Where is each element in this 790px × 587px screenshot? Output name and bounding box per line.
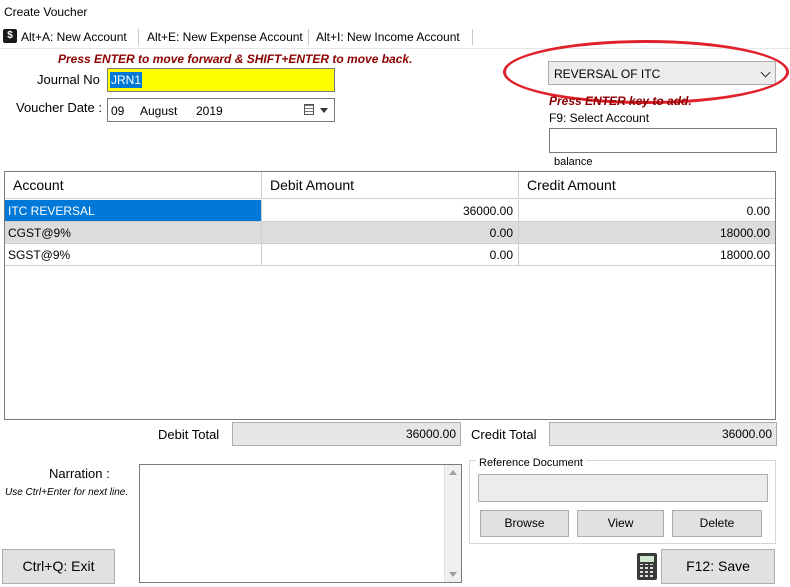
calendar-icon[interactable]	[304, 104, 314, 115]
column-header-credit[interactable]: Credit Amount	[519, 172, 775, 199]
cell-account[interactable]: CGST@9%	[5, 222, 262, 244]
navigation-hint: Press ENTER to move forward & SHIFT+ENTE…	[58, 52, 413, 66]
toolbar-separator	[138, 29, 139, 45]
window-title: Create Voucher	[4, 5, 88, 19]
cell-credit[interactable]: 18000.00	[519, 244, 775, 266]
journal-no-label: Journal No	[37, 72, 100, 87]
new-account-button[interactable]: Alt+A: New Account	[21, 28, 127, 46]
new-expense-account-button[interactable]: Alt+E: New Expense Account	[147, 28, 303, 46]
cell-debit[interactable]: 0.00	[262, 244, 519, 266]
reference-document-title: Reference Document	[476, 457, 586, 469]
debit-total-value: 36000.00	[232, 422, 461, 446]
column-header-debit[interactable]: Debit Amount	[262, 172, 519, 199]
balance-label: balance	[554, 156, 593, 168]
narration-scrollbar[interactable]	[444, 465, 461, 582]
calculator-keys	[640, 564, 654, 577]
date-month[interactable]: August	[140, 104, 177, 118]
voucher-date-label: Voucher Date :	[16, 100, 102, 115]
cell-credit[interactable]: 0.00	[519, 200, 775, 222]
narration-textarea[interactable]	[139, 464, 462, 583]
calculator-icon[interactable]	[637, 553, 657, 580]
narration-label: Narration :	[49, 466, 110, 481]
toolbar: $ Alt+A: New Account Alt+E: New Expense …	[0, 26, 790, 49]
voucher-type-select[interactable]: REVERSAL OF ITC	[548, 61, 776, 85]
date-day[interactable]: 09	[111, 104, 124, 118]
voucher-type-value: REVERSAL OF ITC	[554, 67, 661, 81]
credit-total-value: 36000.00	[549, 422, 777, 446]
new-income-account-button[interactable]: Alt+I: New Income Account	[316, 28, 460, 46]
credit-total-label: Credit Total	[471, 427, 537, 442]
delete-button[interactable]: Delete	[672, 510, 762, 537]
browse-button[interactable]: Browse	[480, 510, 569, 537]
table-row[interactable]: ITC REVERSAL 36000.00 0.00	[5, 200, 775, 222]
voucher-date-picker[interactable]: 09 August 2019	[107, 98, 335, 122]
date-year[interactable]: 2019	[196, 104, 223, 118]
view-button[interactable]: View	[577, 510, 664, 537]
cell-debit[interactable]: 36000.00	[262, 200, 519, 222]
press-enter-hint: Press ENTER key to add.	[549, 94, 692, 108]
cell-account[interactable]: SGST@9%	[5, 244, 262, 266]
reference-document-input[interactable]	[478, 474, 768, 502]
column-header-account[interactable]: Account	[5, 172, 262, 199]
cell-credit[interactable]: 18000.00	[519, 222, 775, 244]
select-account-hint: F9: Select Account	[549, 111, 650, 125]
narration-hint: Use Ctrl+Enter for next line.	[5, 487, 129, 498]
chevron-down-icon[interactable]	[320, 108, 328, 113]
chevron-down-icon[interactable]	[760, 67, 771, 78]
exit-button[interactable]: Ctrl+Q: Exit	[2, 549, 115, 584]
save-button[interactable]: F12: Save	[661, 549, 775, 584]
table-row[interactable]: CGST@9% 0.00 18000.00	[5, 222, 775, 244]
journal-no-value: JRN1	[110, 72, 143, 88]
dollar-icon: $	[3, 29, 17, 43]
toolbar-separator	[308, 29, 309, 45]
table-row[interactable]: SGST@9% 0.00 18000.00	[5, 244, 775, 266]
grid-header: Account Debit Amount Credit Amount	[5, 172, 775, 199]
cell-debit[interactable]: 0.00	[262, 222, 519, 244]
journal-no-input[interactable]: JRN1	[107, 68, 335, 92]
scroll-down-icon[interactable]	[449, 572, 457, 577]
calculator-screen	[640, 556, 654, 562]
scroll-up-icon[interactable]	[449, 470, 457, 475]
cell-account[interactable]: ITC REVERSAL	[5, 200, 262, 222]
toolbar-separator	[472, 29, 473, 45]
voucher-grid: Account Debit Amount Credit Amount ITC R…	[4, 171, 776, 420]
debit-total-label: Debit Total	[158, 427, 220, 442]
account-search-input[interactable]	[549, 128, 777, 153]
